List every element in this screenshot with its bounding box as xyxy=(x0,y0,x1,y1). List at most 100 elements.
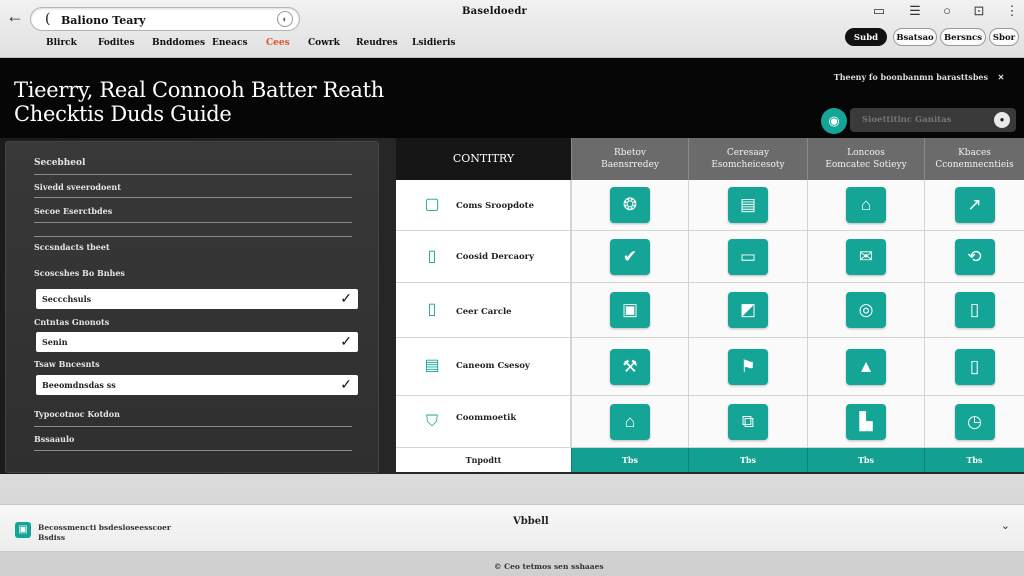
close-icon[interactable]: ✕ xyxy=(996,72,1006,82)
table-cell[interactable]: ⚒ xyxy=(571,338,688,396)
phone-icon: ▯ xyxy=(954,292,995,328)
table-row[interactable]: ▯ Ceer Carcle xyxy=(396,283,571,338)
column-header-line: Eomcatec Sotieyy xyxy=(825,160,907,170)
column-header[interactable]: Loncoos Eomcatec Sotieyy xyxy=(807,138,924,180)
row-label: Coosid Dercaory xyxy=(456,252,535,262)
table-cell[interactable]: ▙ xyxy=(807,396,924,448)
chart-icon: ↗ xyxy=(954,187,995,223)
copyright-icon: © xyxy=(494,562,502,571)
laptop-icon: ▭ xyxy=(728,238,768,275)
device-icon: ▯ xyxy=(427,301,437,318)
select-value: Senin xyxy=(42,337,68,347)
table-cell[interactable]: ◩ xyxy=(688,283,807,338)
table-cell[interactable]: ✉ xyxy=(807,231,924,283)
tab-icon[interactable]: ⊡ xyxy=(970,3,988,19)
table-cell[interactable]: ⟲ xyxy=(924,231,1024,283)
page-title-line: Tieerry, Real Connooh Batter Reath xyxy=(14,78,384,102)
expandable-card[interactable]: ▣ Becossmencti bsdesloseesscoer Bsdiss V… xyxy=(0,504,1024,552)
nav-item[interactable]: Reudres xyxy=(356,38,398,48)
select-field[interactable]: Seccchsuls ✓ xyxy=(36,289,358,309)
table-cell[interactable]: ⧉ xyxy=(688,396,807,448)
nav-item-active[interactable]: Cees xyxy=(266,38,290,48)
filter-pill[interactable]: Bsatsao xyxy=(893,28,937,46)
tablet-icon: ▯ xyxy=(954,348,995,385)
column-header[interactable]: Rbetov Baensrredey xyxy=(571,138,688,180)
timer-icon: ◷ xyxy=(954,403,995,440)
more-icon[interactable]: ⋮ xyxy=(1003,3,1021,19)
input-line[interactable] xyxy=(34,450,352,451)
nav-item[interactable]: Fodites xyxy=(98,38,135,48)
table-cell[interactable]: ◷ xyxy=(924,396,1024,448)
app-title: Baseldoedr xyxy=(462,6,528,17)
field-label: Tsaw Bncesnts xyxy=(34,359,100,369)
arrow-left-icon: ← xyxy=(6,6,24,26)
doc-icon: ⧉ xyxy=(728,403,768,440)
input-line[interactable] xyxy=(34,222,352,223)
input-line[interactable] xyxy=(34,197,352,198)
table-cell[interactable]: ▣ xyxy=(571,283,688,338)
nav-item[interactable]: Lsidieris xyxy=(412,38,455,48)
row-label: Ceer Carcle xyxy=(456,307,512,317)
column-header[interactable]: Ceresaay Esomcheicesoty xyxy=(688,138,807,180)
table-footer-cell[interactable]: Tbs xyxy=(807,448,924,472)
chevron-down-icon[interactable]: ⌄ xyxy=(1001,519,1010,532)
nav-item[interactable]: Cowrk xyxy=(308,38,340,48)
menu-icon[interactable]: ☰ xyxy=(906,3,924,19)
find-field[interactable]: ● xyxy=(850,108,1016,132)
table-cell[interactable]: ✔ xyxy=(571,231,688,283)
filter-pill[interactable]: Bersncs xyxy=(940,28,986,46)
nav-item[interactable]: Eneacs xyxy=(212,38,248,48)
back-button[interactable]: ← xyxy=(4,6,26,26)
row-label: Caneom Csesoy xyxy=(456,361,530,371)
hero-side-links: Theeny fo boonbanmn barasttsbes ✕ xyxy=(834,72,1006,82)
table-cell[interactable]: ◎ xyxy=(807,283,924,338)
check-icon: ✓ xyxy=(340,333,352,349)
table-row[interactable]: ▤ Caneom Csesoy xyxy=(396,338,571,396)
compass-icon: ❂ xyxy=(610,187,650,223)
table-cell[interactable]: ⚑ xyxy=(688,338,807,396)
find-button[interactable]: ◉ xyxy=(821,108,847,134)
user-icon: ▲ xyxy=(846,348,886,385)
field-label: Secoe Eserctbdes xyxy=(34,206,113,216)
table-cell[interactable]: ↗ xyxy=(924,180,1024,231)
table-cell[interactable]: ⌂ xyxy=(807,180,924,231)
column-header-line: Ceresaay xyxy=(726,148,770,158)
field-label: Sccsndacts tbeet xyxy=(34,242,110,252)
search-input[interactable] xyxy=(61,11,261,29)
table-cell[interactable]: ❂ xyxy=(571,180,688,231)
search-box[interactable]: ( ◐ xyxy=(30,7,300,31)
table-cell[interactable]: ▤ xyxy=(688,180,807,231)
clear-search-button[interactable]: ◐ xyxy=(277,11,293,27)
table-row[interactable]: ▯ Coosid Dercaory xyxy=(396,231,571,283)
nav-item[interactable]: Bnddomes xyxy=(152,38,205,48)
search-icon: ( xyxy=(45,11,51,27)
find-input[interactable] xyxy=(862,112,990,128)
table-row[interactable]: ⛉ Coommoetik xyxy=(396,396,571,448)
table-cell[interactable]: ⌂ xyxy=(571,396,688,448)
table-cell[interactable]: ▭ xyxy=(688,231,807,283)
hero-side-text[interactable]: Theeny fo boonbanmn barasttsbes xyxy=(834,72,988,82)
table-footer-cell[interactable]: Tbs xyxy=(924,448,1024,472)
table-cell[interactable]: ▯ xyxy=(924,283,1024,338)
filter-pill[interactable]: Sbor xyxy=(989,28,1019,46)
window-icon[interactable]: ▭ xyxy=(870,3,888,19)
footer-label: Ceo tetmos sen sshaaes xyxy=(504,562,604,571)
input-line[interactable] xyxy=(34,236,352,237)
column-header[interactable]: Kbaces Cconemnecntieis xyxy=(924,138,1024,180)
table-cell[interactable]: ▲ xyxy=(807,338,924,396)
search-icon[interactable]: ○ xyxy=(938,3,956,19)
go-icon[interactable]: ● xyxy=(994,112,1010,128)
input-line[interactable] xyxy=(34,426,352,427)
table-footer-cell[interactable]: Tbs xyxy=(688,448,807,472)
select-field[interactable]: Beeomdnsdas ss ✓ xyxy=(36,375,358,395)
page-title: Tieerry, Real Connooh Batter Reath Check… xyxy=(14,78,384,126)
row-label: Coms Sroopdote xyxy=(456,201,535,211)
flag-icon: ⚑ xyxy=(728,348,768,385)
table-cell[interactable]: ▯ xyxy=(924,338,1024,396)
page-title-line: Checktis Duds Guide xyxy=(14,102,232,126)
subscribe-button[interactable]: Subd xyxy=(845,28,887,46)
select-field[interactable]: Senin ✓ xyxy=(36,332,358,352)
nav-item[interactable]: Blirck xyxy=(46,38,77,48)
table-row[interactable]: ▢ Coms Sroopdote xyxy=(396,180,571,231)
table-footer-cell[interactable]: Tbs xyxy=(571,448,688,472)
